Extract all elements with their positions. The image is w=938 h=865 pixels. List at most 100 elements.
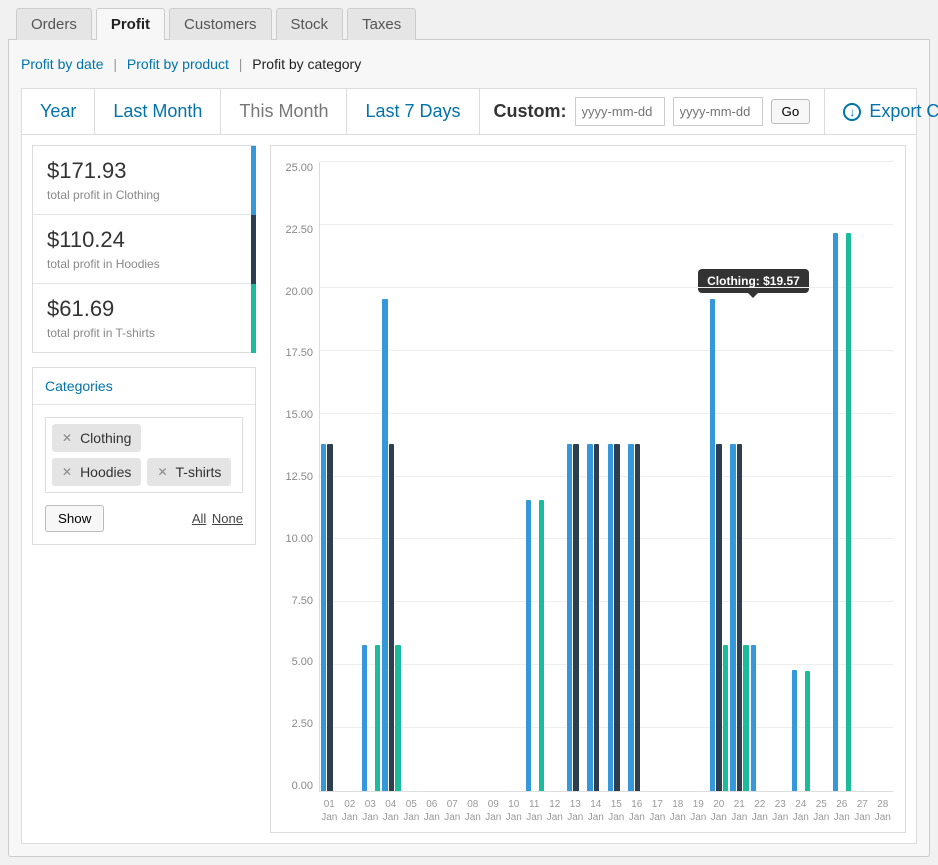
y-tick-label: 17.50	[285, 347, 313, 359]
chart-day-column	[566, 162, 586, 791]
export-csv-button[interactable]: ↓ Export CSV	[825, 89, 938, 134]
chart-bar[interactable]	[327, 444, 333, 791]
subnav-profit-by-date[interactable]: Profit by date	[21, 56, 104, 72]
stat-item[interactable]: $110.24 total profit in Hoodies	[33, 215, 255, 284]
custom-date-from[interactable]	[575, 97, 665, 126]
y-tick-label: 2.50	[292, 718, 313, 730]
subnav-profit-by-category: Profit by category	[252, 56, 361, 72]
chart-day-column	[648, 162, 668, 791]
sub-nav: Profit by date | Profit by product | Pro…	[21, 56, 917, 72]
tab-orders[interactable]: Orders	[16, 8, 92, 40]
chart-day-column	[402, 162, 422, 791]
chart-bar[interactable]	[594, 444, 600, 791]
chart-day-column	[852, 162, 872, 791]
stat-item[interactable]: $171.93total profit in Clothing	[33, 146, 255, 215]
x-tick-label: 25Jan	[811, 792, 832, 824]
chart-bar[interactable]	[587, 444, 593, 791]
chart-day-column	[361, 162, 381, 791]
chart-bar[interactable]	[539, 500, 545, 791]
filter-all-link[interactable]: All	[192, 511, 206, 526]
stat-item[interactable]: $61.69 total profit in T-shirts	[33, 284, 255, 352]
chart-day-column	[340, 162, 360, 791]
chart-bar[interactable]	[628, 444, 634, 791]
custom-date-to[interactable]	[673, 97, 763, 126]
go-button[interactable]: Go	[771, 99, 811, 124]
chart-day-column	[504, 162, 524, 791]
category-filter: Categories ✕Clothing✕Hoodies✕T-shirts Sh…	[32, 367, 256, 545]
x-tick-label: 14Jan	[586, 792, 607, 824]
category-chip[interactable]: ✕ T-shirts	[147, 458, 231, 486]
y-tick-label: 7.50	[292, 595, 313, 607]
show-button[interactable]: Show	[45, 505, 104, 532]
x-tick-label: 06Jan	[422, 792, 443, 824]
x-tick-label: 17Jan	[647, 792, 668, 824]
stat-label: total profit in T-shirts	[47, 326, 241, 340]
x-tick-label: 02Jan	[340, 792, 361, 824]
chart-bar[interactable]	[395, 645, 401, 791]
category-chip[interactable]: ✕Clothing	[52, 424, 141, 452]
chart-bar[interactable]	[526, 500, 532, 791]
chip-remove-icon[interactable]: ✕	[62, 431, 72, 445]
tab-taxes[interactable]: Taxes	[347, 8, 416, 40]
stat-amount: $61.69	[47, 296, 241, 322]
x-tick-label: 28Jan	[873, 792, 894, 824]
chart-bar[interactable]	[723, 645, 729, 791]
custom-label: Custom:	[494, 101, 567, 122]
chart-bar[interactable]	[751, 645, 757, 791]
y-axis: 25.0022.5020.0017.5015.0012.5010.007.505…	[279, 162, 319, 792]
chip-remove-icon[interactable]: ✕	[62, 465, 72, 479]
chart-bar[interactable]	[716, 444, 722, 791]
chart-day-column	[688, 162, 708, 791]
chart-bar[interactable]	[833, 233, 839, 791]
range-this-month[interactable]: This Month	[221, 89, 347, 134]
x-tick-label: 08Jan	[463, 792, 484, 824]
chart-bar[interactable]	[846, 233, 852, 791]
chart-bar[interactable]	[382, 299, 388, 791]
chart-bar[interactable]	[608, 444, 614, 791]
x-tick-label: 19Jan	[688, 792, 709, 824]
chart-day-column	[586, 162, 606, 791]
chart-bar[interactable]	[730, 444, 736, 791]
range-year[interactable]: Year	[22, 89, 95, 134]
chart-day-column	[443, 162, 463, 791]
subnav-profit-by-product[interactable]: Profit by product	[127, 56, 229, 72]
chart-bar[interactable]	[573, 444, 579, 791]
chip-label: T-shirts	[176, 464, 222, 480]
range-last-7-days[interactable]: Last 7 Days	[347, 89, 479, 134]
chart-bar[interactable]	[375, 645, 381, 791]
range-last-month[interactable]: Last Month	[95, 89, 221, 134]
chart-day-column	[770, 162, 790, 791]
chart-bar[interactable]	[567, 444, 573, 791]
chip-remove-icon[interactable]: ✕	[157, 465, 167, 479]
x-tick-label: 21Jan	[729, 792, 750, 824]
x-tick-label: 15Jan	[606, 792, 627, 824]
chart-bar[interactable]	[710, 299, 716, 791]
download-icon: ↓	[843, 103, 861, 121]
chart-bar[interactable]	[362, 645, 368, 791]
chart-bar[interactable]	[635, 444, 641, 791]
stat-stripe	[251, 284, 256, 353]
chart-bar[interactable]	[614, 444, 620, 791]
x-tick-label: 11Jan	[524, 792, 545, 824]
chart-bar[interactable]	[792, 670, 798, 791]
chart-bar[interactable]	[805, 671, 811, 791]
x-tick-label: 03Jan	[360, 792, 381, 824]
tab-profit[interactable]: Profit	[96, 8, 165, 40]
y-tick-label: 5.00	[292, 656, 313, 668]
tab-stock[interactable]: Stock	[276, 8, 344, 40]
y-tick-label: 25.00	[285, 162, 313, 174]
x-tick-label: 20Jan	[709, 792, 730, 824]
chart-bar[interactable]	[321, 444, 327, 791]
category-chip[interactable]: ✕ Hoodies	[52, 458, 141, 486]
stat-amount: $110.24	[47, 227, 241, 253]
chart-bar[interactable]	[389, 444, 395, 791]
chart-day-column	[832, 162, 852, 791]
chart-bar[interactable]	[743, 645, 749, 791]
filter-none-link[interactable]: None	[212, 511, 243, 526]
chart-bar[interactable]	[737, 444, 743, 791]
stat-label: total profit in Hoodies	[47, 257, 241, 271]
chip-label: Hoodies	[80, 464, 131, 480]
tab-customers[interactable]: Customers	[169, 8, 272, 40]
chart-day-column	[729, 162, 749, 791]
x-tick-label: 07Jan	[442, 792, 463, 824]
